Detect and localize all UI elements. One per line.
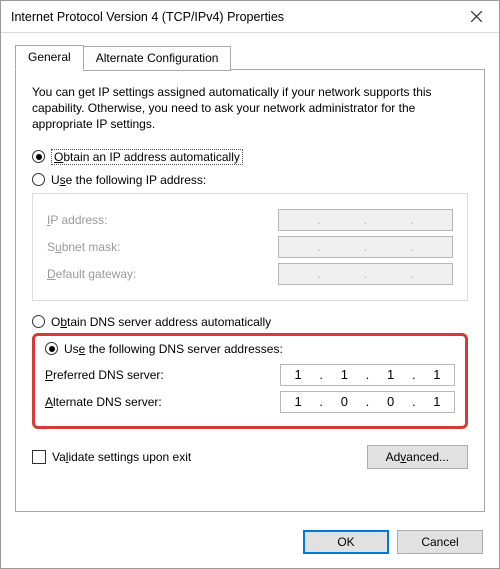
bottom-row: Validate settings upon exit Advanced... [32,445,468,469]
radio-obtain-ip-automatically[interactable]: Obtain an IP address automatically [32,149,468,165]
cancel-button[interactable]: Cancel [397,530,483,554]
titlebar: Internet Protocol Version 4 (TCP/IPv4) P… [1,1,499,33]
radio-label: Obtain an IP address automatically [51,149,243,165]
ok-button[interactable]: OK [303,530,389,554]
input-preferred-dns[interactable]: 1. 1. 1. 1 [280,364,455,386]
radio-icon [32,173,45,186]
tabpanel-general: You can get IP settings assigned automat… [15,69,485,512]
radio-label: Use the following IP address: [51,173,206,187]
checkbox-icon [32,450,46,464]
row-alternate-dns: Alternate DNS server: 1. 0. 0. 1 [45,391,455,413]
highlight-box: Use the following DNS server addresses: … [32,333,468,429]
checkbox-label: Validate settings upon exit [52,450,191,464]
advanced-button[interactable]: Advanced... [367,445,468,469]
row-preferred-dns: Preferred DNS server: 1. 1. 1. 1 [45,364,455,386]
radio-use-following-dns[interactable]: Use the following DNS server addresses: [45,342,455,356]
radio-use-following-ip[interactable]: Use the following IP address: [32,173,468,187]
radio-icon [32,150,45,163]
dialog-footer: OK Cancel [1,520,499,568]
tcpip4-properties-dialog: Internet Protocol Version 4 (TCP/IPv4) P… [0,0,500,569]
label-preferred-dns: Preferred DNS server: [45,368,164,382]
label-ip-address: IP address: [47,213,108,227]
row-default-gateway: Default gateway: ... [47,263,453,285]
tab-general[interactable]: General [15,45,84,70]
input-subnet-mask: ... [278,236,453,258]
client-area: General Alternate Configuration You can … [1,33,499,520]
row-ip-address: IP address: ... [47,209,453,231]
radio-icon [32,315,45,328]
ip-settings-group: IP address: ... Subnet mask: ... Default… [32,193,468,301]
input-default-gateway: ... [278,263,453,285]
radio-label: Obtain DNS server address automatically [51,315,271,329]
input-alternate-dns[interactable]: 1. 0. 0. 1 [280,391,455,413]
label-alternate-dns: Alternate DNS server: [45,395,162,409]
checkbox-validate-on-exit[interactable]: Validate settings upon exit [32,450,191,464]
row-subnet-mask: Subnet mask: ... [47,236,453,258]
close-button[interactable] [453,1,499,32]
radio-icon [45,342,58,355]
radio-obtain-dns-automatically[interactable]: Obtain DNS server address automatically [32,315,468,329]
label-subnet-mask: Subnet mask: [47,240,120,254]
tab-alternate-configuration[interactable]: Alternate Configuration [83,46,232,71]
close-icon [471,11,482,22]
input-ip-address: ... [278,209,453,231]
tabstrip: General Alternate Configuration [15,45,485,70]
window-title: Internet Protocol Version 4 (TCP/IPv4) P… [1,10,453,24]
label-default-gateway: Default gateway: [47,267,136,281]
description-text: You can get IP settings assigned automat… [32,84,468,133]
radio-label: Use the following DNS server addresses: [64,342,283,356]
